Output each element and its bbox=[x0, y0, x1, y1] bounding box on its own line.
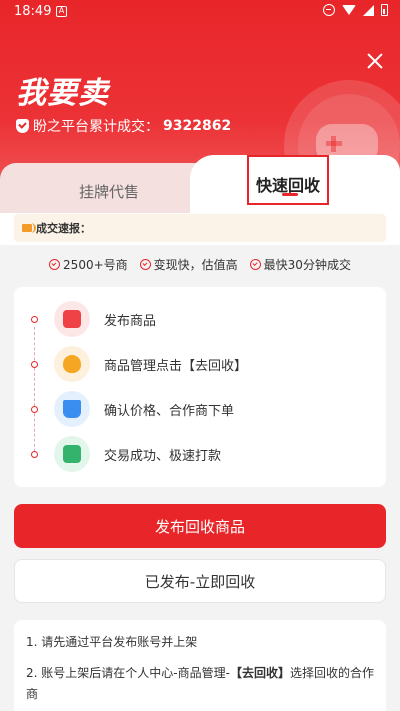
tab-listing-sale[interactable]: 挂牌代售 bbox=[0, 163, 220, 213]
step-label: 交易成功、极速打款 bbox=[104, 449, 222, 464]
app-notification-icon: A bbox=[56, 6, 67, 17]
trade-count: 盼之平台累计成交： 9322862 bbox=[16, 116, 231, 136]
instruction-item: 1. 请先通过平台发布账号并上架 bbox=[26, 635, 198, 649]
do-not-disturb-icon bbox=[323, 4, 335, 16]
feature-item: 变现快，估值高 bbox=[139, 256, 238, 273]
step-dot bbox=[31, 361, 38, 368]
publish-recycle-button[interactable]: 发布回收商品 bbox=[14, 504, 386, 548]
money-bag-icon bbox=[54, 346, 90, 382]
active-tab-indicator bbox=[282, 193, 298, 196]
check-circle-icon bbox=[139, 259, 151, 270]
tab-label: 挂牌代售 bbox=[78, 183, 139, 201]
feature-label: 2500+号商 bbox=[63, 258, 128, 272]
page-title: 我要卖 bbox=[16, 76, 109, 111]
feature-label: 最快30分钟成交 bbox=[263, 258, 351, 272]
process-steps-card: 发布商品 商品管理点击【去回收】 确认价格、合作商下单 交易成功、极速打款 bbox=[14, 287, 386, 487]
step-dot bbox=[31, 316, 38, 323]
trade-count-label: 盼之平台累计成交： bbox=[33, 119, 159, 135]
instructions-card: 1. 请先通过平台发布账号并上架 2. 账号上架后请在个人中心-商品管理-【去回… bbox=[14, 620, 386, 711]
deal-news-label: 成交速报： bbox=[36, 222, 91, 235]
step-item: 商品管理点击【去回收】 bbox=[14, 344, 386, 384]
deal-news-ticker: 成交速报： bbox=[14, 214, 386, 242]
instruction-item: 2. 账号上架后请在个人中心-商品管理-【去回收】选择回收的合作商 bbox=[26, 666, 374, 701]
step-item: 发布商品 bbox=[14, 299, 386, 339]
check-circle-icon bbox=[49, 259, 61, 270]
status-bar: 18:49 A bbox=[0, 0, 400, 24]
status-time: 18:49 bbox=[14, 4, 52, 19]
wifi-icon bbox=[342, 5, 356, 15]
feature-item: 最快30分钟成交 bbox=[249, 256, 351, 273]
step-label: 商品管理点击【去回收】 bbox=[104, 359, 248, 374]
step-dot bbox=[31, 451, 38, 458]
step-item: 交易成功、极速打款 bbox=[14, 434, 386, 474]
wallet-check-icon bbox=[54, 436, 90, 472]
tab-bar: 挂牌代售 快速回收 bbox=[0, 155, 400, 213]
check-circle-icon bbox=[249, 259, 261, 270]
tab-quick-recycle-highlight[interactable]: 快速回收 bbox=[247, 155, 329, 205]
feature-item: 2500+号商 bbox=[49, 256, 128, 273]
close-icon[interactable] bbox=[366, 52, 384, 70]
cart-icon bbox=[54, 391, 90, 427]
speaker-icon bbox=[22, 223, 36, 233]
shield-check-icon bbox=[16, 119, 29, 133]
step-item: 确认价格、合作商下单 bbox=[14, 389, 386, 429]
signal-icon bbox=[363, 4, 374, 16]
battery-icon bbox=[381, 4, 388, 16]
feature-label: 变现快，估值高 bbox=[153, 258, 238, 272]
recycle-now-button[interactable]: 已发布-立即回收 bbox=[14, 559, 386, 603]
step-dot bbox=[31, 406, 38, 413]
step-label: 确认价格、合作商下单 bbox=[104, 404, 235, 419]
feature-list: 2500+号商 变现快，估值高 最快30分钟成交 bbox=[0, 256, 400, 273]
step-label: 发布商品 bbox=[104, 314, 157, 329]
trade-count-value: 9322862 bbox=[163, 118, 232, 134]
publish-bag-icon bbox=[54, 301, 90, 337]
